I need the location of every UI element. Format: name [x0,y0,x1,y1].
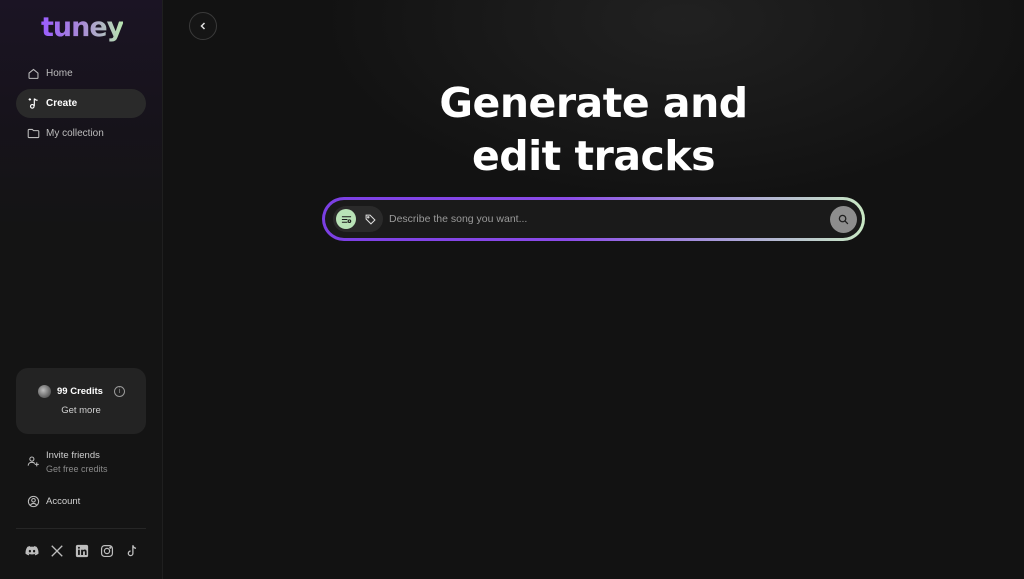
app-logo[interactable]: tuney [41,12,124,43]
chevron-left-icon [200,22,206,30]
tag-icon [365,214,376,225]
invite-subtitle: Get free credits [46,464,108,474]
mode-tags-button[interactable] [360,209,380,229]
add-user-icon [27,456,39,467]
info-icon[interactable]: i [114,386,125,397]
text-lines-icon [341,215,351,223]
sidebar-item-home[interactable]: Home [16,59,146,88]
main-content: Generate and edit tracks [163,0,1024,579]
coin-icon [38,385,51,398]
page-title: Generate and edit tracks [163,77,1024,183]
search-icon [838,214,849,224]
user-circle-icon [27,495,40,508]
credits-row: 99 Credits [38,385,103,398]
sidebar-divider [16,528,146,529]
instagram-icon[interactable] [100,544,114,558]
account-label: Account [46,496,81,507]
prompt-bar [322,197,865,241]
x-icon[interactable] [50,544,64,558]
invite-title: Invite friends [46,450,100,461]
prompt-input[interactable] [389,200,830,238]
mode-toggle [333,206,383,232]
credits-card: 99 Credits i Get more [16,368,146,434]
sidebar-item-create[interactable]: Create [16,89,146,118]
app-root: tuney Home Create My collection 99 Credi… [0,0,1024,579]
get-more-button[interactable]: Get more [16,405,146,416]
credits-count: 99 Credits [57,386,103,397]
search-button[interactable] [830,205,857,233]
account-link[interactable]: Account [27,495,80,508]
tiktok-icon[interactable] [125,544,139,558]
invite-friends-link[interactable]: Invite friends Get free credits [27,450,108,474]
folder-icon [27,127,40,140]
prompt-inner [325,200,862,238]
page-title-line-1: Generate and [439,79,748,127]
sidebar-item-label: Create [46,98,78,109]
music-note-icon [27,97,40,110]
social-links [25,544,139,558]
sidebar: tuney Home Create My collection 99 Credi… [0,0,163,579]
sidebar-nav: Home Create My collection [16,59,146,149]
discord-icon[interactable] [25,544,39,558]
sidebar-item-label: My collection [46,128,104,139]
mode-describe-button[interactable] [336,209,356,229]
home-icon [27,67,40,80]
linkedin-icon[interactable] [75,544,89,558]
sidebar-item-label: Home [46,68,73,79]
page-title-line-2: edit tracks [471,132,716,180]
collapse-sidebar-button[interactable] [189,12,217,40]
sidebar-item-my-collection[interactable]: My collection [16,119,146,148]
